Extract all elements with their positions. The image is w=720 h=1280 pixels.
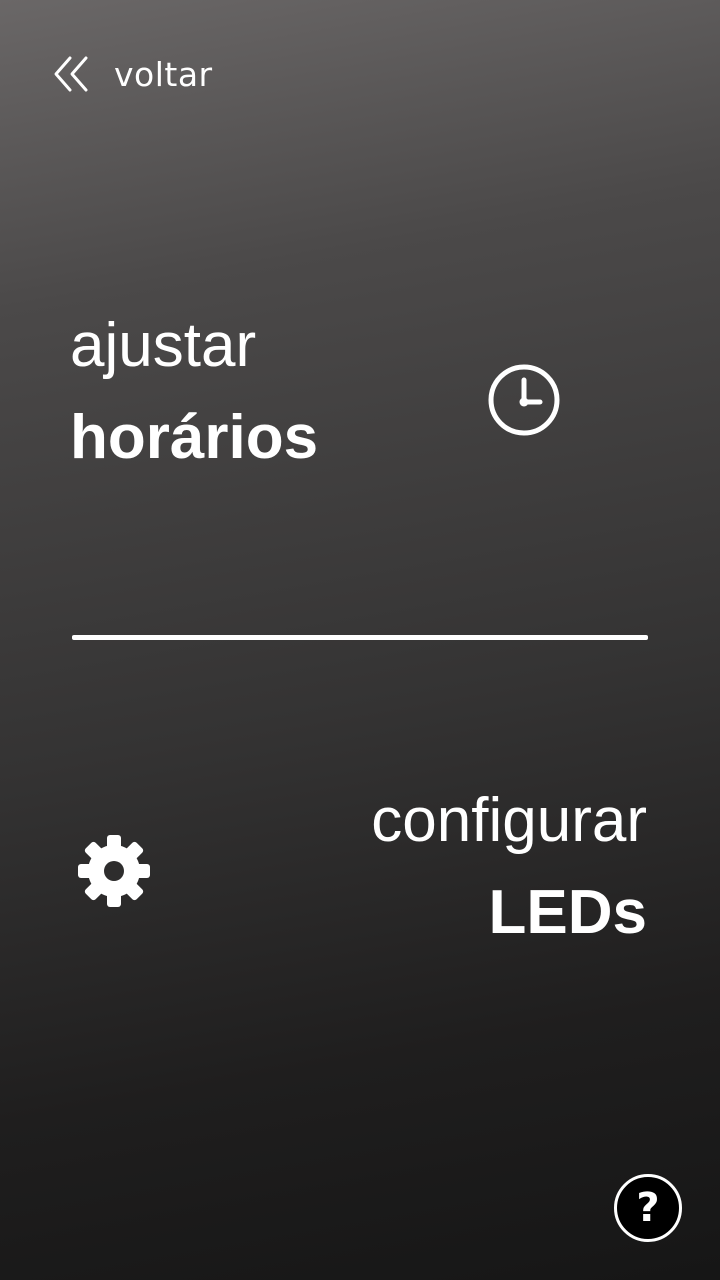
double-chevron-left-icon bbox=[54, 56, 88, 92]
back-label: voltar bbox=[114, 54, 213, 94]
help-button[interactable]: ? bbox=[614, 1174, 682, 1242]
configure-leds-line2: LEDs bbox=[488, 878, 647, 947]
adjust-hours-option[interactable]: ajustar horários bbox=[70, 300, 650, 500]
section-divider bbox=[72, 635, 648, 640]
adjust-hours-line1: ajustar bbox=[70, 311, 257, 380]
configure-leds-option[interactable]: configurar LEDs bbox=[70, 775, 650, 975]
question-mark-icon: ? bbox=[636, 1185, 660, 1231]
configure-leds-line1: configurar bbox=[371, 786, 647, 855]
adjust-hours-line2: horários bbox=[70, 403, 319, 472]
back-button[interactable]: voltar bbox=[52, 46, 213, 102]
clock-icon bbox=[488, 364, 560, 436]
gear-icon bbox=[78, 835, 150, 907]
